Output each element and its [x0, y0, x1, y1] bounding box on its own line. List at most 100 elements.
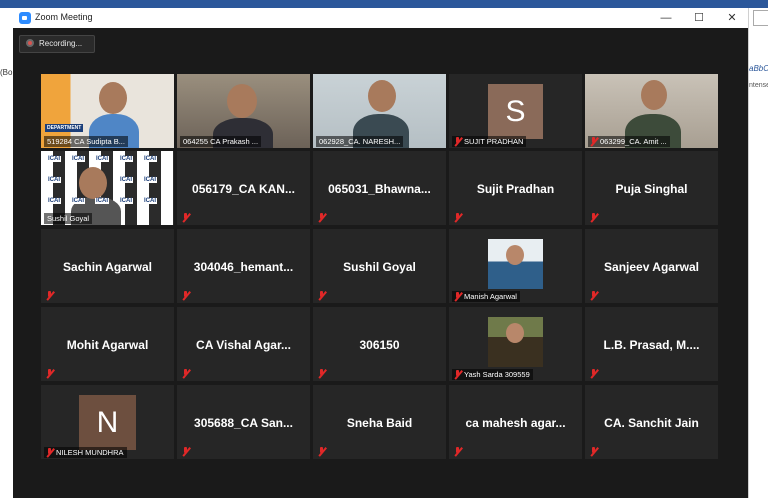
zoom-app-icon: [19, 12, 31, 24]
participant-tile[interactable]: 062928_CA. NARESH...: [313, 74, 446, 148]
participant-name: Sanjeev Agarwal: [604, 260, 699, 274]
mic-muted-icon: [589, 447, 598, 456]
participant-tile[interactable]: Sneha Baid: [313, 385, 446, 459]
participant-tile[interactable]: Manish Agarwal: [449, 229, 582, 303]
participant-tile[interactable]: Sujit Pradhan: [449, 151, 582, 225]
participant-name-label: Manish Agarwal: [452, 291, 520, 302]
icai-logo-text: ICAI: [47, 177, 61, 183]
participant-name: 062928_CA. NARESH...: [319, 137, 401, 146]
participant-tile[interactable]: ICAI ICAI ICAI ICAI ICAI ICAI ICAI ICAI ICAI ICAI…: [41, 151, 174, 225]
mic-muted-icon: [589, 213, 598, 222]
mic-muted-icon: [317, 213, 326, 222]
participant-avatar: N: [79, 395, 136, 450]
zoom-meeting-window: Zoom Meeting — ☐ ✕ Recording... DEPARTME…: [13, 8, 748, 498]
participant-name: Sujit Pradhan: [476, 182, 555, 196]
participant-tile[interactable]: Yash Sarda 309559: [449, 307, 582, 381]
participant-name: CA Vishal Agar...: [196, 338, 291, 352]
background-style-sample[interactable]: aBbC: [749, 64, 768, 73]
participant-name-label: SUJIT PRADHAN: [452, 136, 527, 147]
participant-name: Sushil Goyal: [47, 214, 90, 223]
mic-muted-icon: [45, 369, 54, 378]
participant-tile[interactable]: S SUJIT PRADHAN: [449, 74, 582, 148]
participant-name-label: Sushil Goyal: [44, 213, 93, 224]
mic-muted-icon: [317, 369, 326, 378]
participant-tile[interactable]: CA. Sanchit Jain: [585, 385, 718, 459]
participant-name: Sneha Baid: [346, 416, 413, 430]
participant-tile[interactable]: L.B. Prasad, M....: [585, 307, 718, 381]
participant-face: [99, 82, 127, 114]
participant-name: 305688_CA San...: [194, 416, 293, 430]
participant-name: 306150: [359, 338, 400, 352]
participant-name: Manish Agarwal: [464, 292, 517, 301]
close-button[interactable]: ✕: [717, 10, 747, 26]
icai-logo-text: ICAI: [119, 177, 133, 183]
title-bar[interactable]: Zoom Meeting — ☐ ✕: [13, 8, 748, 28]
participant-name: 065031_Bhawna...: [328, 182, 431, 196]
participant-name: Sachin Agarwal: [63, 260, 152, 274]
icai-logo-text: ICAI: [143, 198, 157, 204]
mic-muted-icon: [589, 137, 598, 146]
icai-logo-text: ICAI: [143, 156, 157, 162]
participant-tile[interactable]: 306150: [313, 307, 446, 381]
participant-face: [79, 167, 107, 199]
participant-tile[interactable]: 056179_CA KAN...: [177, 151, 310, 225]
mic-muted-icon: [45, 448, 54, 457]
participant-avatar: S: [488, 84, 543, 139]
participant-face: [641, 80, 667, 110]
icai-logo-text: ICAI: [119, 156, 133, 162]
participant-name-label: Yash Sarda 309559: [452, 369, 533, 380]
participant-name: Yash Sarda 309559: [464, 370, 530, 379]
maximize-button[interactable]: ☐: [684, 10, 714, 26]
video-banner: DEPARTMENT: [45, 124, 84, 132]
participant-profile-photo: [488, 317, 543, 367]
participant-tile[interactable]: 065031_Bhawna...: [313, 151, 446, 225]
participant-name: ca mahesh agar...: [465, 416, 566, 430]
mic-muted-icon: [453, 213, 462, 222]
mic-muted-icon: [181, 369, 190, 378]
mic-muted-icon: [589, 369, 598, 378]
participant-tile[interactable]: 305688_CA San...: [177, 385, 310, 459]
participant-tile[interactable]: Mohit Agarwal: [41, 307, 174, 381]
mic-muted-icon: [181, 291, 190, 300]
participant-tile[interactable]: Sanjeev Agarwal: [585, 229, 718, 303]
mic-muted-icon: [181, 447, 190, 456]
participant-tile[interactable]: Sushil Goyal: [313, 229, 446, 303]
participant-name: CA. Sanchit Jain: [604, 416, 699, 430]
recording-icon: [26, 38, 34, 47]
participant-tile[interactable]: CA Vishal Agar...: [177, 307, 310, 381]
participant-tile[interactable]: Sachin Agarwal: [41, 229, 174, 303]
background-app-left-edge: (Bo: [0, 8, 14, 498]
participant-tile[interactable]: Puja Singhal: [585, 151, 718, 225]
participant-name-label: 519284 CA Sudipta B...: [44, 136, 128, 147]
background-app-text: (Bo: [0, 68, 13, 77]
mic-muted-icon: [453, 292, 462, 301]
participant-name: 056179_CA KAN...: [192, 182, 295, 196]
participant-name: 304046_hemant...: [193, 260, 294, 274]
minimize-button[interactable]: —: [651, 10, 681, 26]
participant-tile[interactable]: 064255 CA Prakash ...: [177, 74, 310, 148]
recording-label: Recording...: [39, 39, 83, 48]
background-app-button[interactable]: [753, 10, 768, 26]
photo-face: [506, 245, 524, 265]
icai-logo-text: ICAI: [95, 198, 109, 204]
background-style-label: ntense: [749, 82, 768, 89]
participant-name: NILESH MUNDHRA: [56, 448, 124, 457]
participant-name: L.B. Prasad, M....: [603, 338, 700, 352]
participant-face: [368, 80, 396, 112]
participant-tile[interactable]: ca mahesh agar...: [449, 385, 582, 459]
participant-name: SUJIT PRADHAN: [464, 137, 524, 146]
icai-logo-text: ICAI: [47, 156, 61, 162]
mic-muted-icon: [453, 447, 462, 456]
recording-indicator[interactable]: Recording...: [19, 35, 96, 53]
participant-name-label: NILESH MUNDHRA: [44, 447, 127, 458]
icai-logo-text: ICAI: [95, 156, 109, 162]
icai-logo-text: ICAI: [119, 198, 133, 204]
mic-muted-icon: [453, 370, 462, 379]
participant-name-label: 064255 CA Prakash ...: [180, 136, 262, 147]
participant-tile[interactable]: N NILESH MUNDHRA: [41, 385, 174, 459]
participant-tile[interactable]: 304046_hemant...: [177, 229, 310, 303]
participant-tile[interactable]: DEPARTMENT 519284 CA Sudipta B...: [41, 74, 174, 148]
participant-tile[interactable]: 063299_CA. Amit ...: [585, 74, 718, 148]
participant-name: Mohit Agarwal: [66, 338, 149, 352]
mic-muted-icon: [589, 291, 598, 300]
